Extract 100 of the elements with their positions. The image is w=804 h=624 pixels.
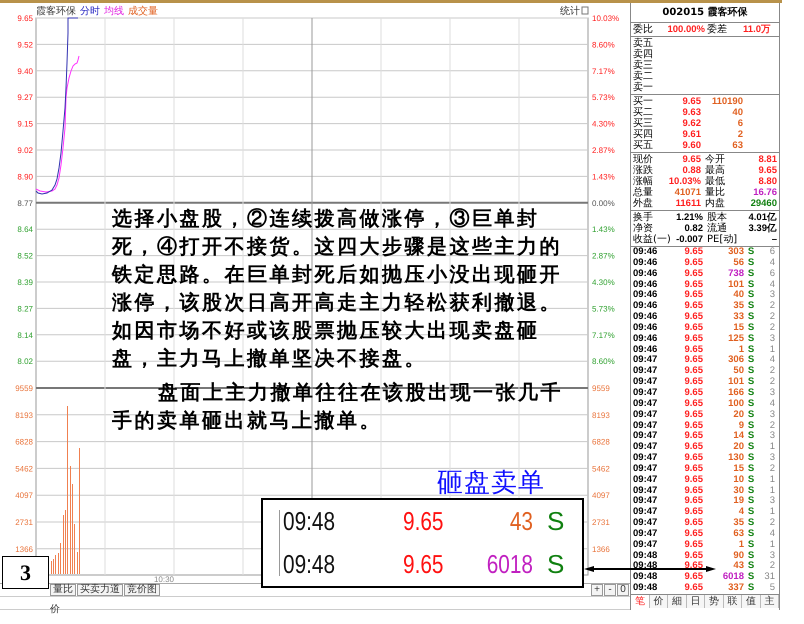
trade-volume: 6018 <box>722 572 744 583</box>
trade-volume: 20 <box>732 410 744 420</box>
quote-label: 委差 <box>707 24 728 35</box>
bid-label: 买五 <box>633 140 654 151</box>
callout-title: 砸盘卖单 <box>437 468 545 498</box>
trade-count: 3 <box>768 453 775 464</box>
trade-side: S <box>746 528 756 540</box>
trade-side: S <box>746 344 756 355</box>
bid-volume: 40 <box>731 107 743 118</box>
trade-count: 1 <box>768 507 775 518</box>
quote-label: PE[动] <box>706 234 735 245</box>
trade-side: S <box>746 268 756 280</box>
trade-side: S <box>746 355 756 366</box>
chart-tab[interactable]: 买卖力道 <box>77 584 123 596</box>
trade-volume: 43 <box>508 506 533 537</box>
price-axis-label: 8.02 <box>17 357 33 366</box>
trade-volume: 166 <box>727 388 744 399</box>
trade-price: 9.65 <box>684 572 703 583</box>
stats-button[interactable]: 统计 <box>560 6 580 17</box>
trade-volume: 130 <box>727 453 744 464</box>
trade-time: 09:48 <box>633 561 658 572</box>
trade-price: 9.65 <box>684 431 703 442</box>
trade-side: S <box>547 549 564 580</box>
quote-tab[interactable]: 細 <box>668 595 686 608</box>
trade-side: S <box>746 301 756 312</box>
trade-price: 9.65 <box>684 420 703 431</box>
zoom-button[interactable]: + <box>591 584 603 596</box>
percent-axis-label: 5.73% <box>592 93 615 102</box>
chart-legend-item[interactable]: 分时 <box>80 6 100 17</box>
trade-volume: 10 <box>732 474 744 486</box>
trade-volume: 35 <box>732 518 744 529</box>
trade-volume: 337 <box>727 583 744 594</box>
quote-value: 0.82 <box>684 223 703 234</box>
bid-label: 买三 <box>633 118 654 129</box>
chart-tab[interactable]: 量比 <box>50 584 76 596</box>
trade-price: 9.65 <box>684 301 703 312</box>
chart-tab[interactable]: 竞价图 <box>124 584 160 596</box>
trade-volume: 35 <box>732 301 744 312</box>
quote-label: 总量 <box>633 187 654 198</box>
quote-value: 3.39亿 <box>748 223 777 234</box>
trade-side: S <box>746 322 756 334</box>
bid-volume: 63 <box>731 140 743 151</box>
quote-tab[interactable]: 日 <box>686 595 705 608</box>
trade-price: 9.65 <box>684 377 703 388</box>
trade-price: 9.65 <box>684 398 703 410</box>
trade-count: 3 <box>768 410 775 420</box>
volume-axis-label: 9559 <box>592 384 610 393</box>
chart-legend-item[interactable]: 均线 <box>104 6 124 17</box>
panel-icon[interactable] <box>582 6 588 14</box>
trade-price: 9.65 <box>403 506 444 537</box>
trade-count: 3 <box>768 496 775 508</box>
bid-volume: 110190 <box>710 96 743 107</box>
bid-label: 买四 <box>633 129 654 140</box>
price-axis-label: 9.40 <box>17 66 33 76</box>
trade-volume: 50 <box>732 366 744 377</box>
trade-time: 09:46 <box>633 344 658 355</box>
trade-count: 2 <box>768 518 775 529</box>
percent-axis-label: 2.87% <box>592 146 615 155</box>
quote-tab[interactable]: 主 <box>760 595 779 608</box>
zoom-button[interactable]: - <box>604 584 616 596</box>
stock-title: 002015 霞客环保 <box>631 3 779 23</box>
trade-time: 09:46 <box>633 322 658 334</box>
quote-tab[interactable]: 势 <box>705 595 724 608</box>
trade-side: S <box>746 442 756 453</box>
ask-label: 卖一 <box>633 82 653 93</box>
trade-time: 09:47 <box>633 366 658 377</box>
trade-side: S <box>746 247 756 258</box>
trade-side: S <box>746 583 756 594</box>
trade-count: 3 <box>768 388 775 399</box>
trade-price: 9.65 <box>684 388 703 399</box>
trade-time: 09:47 <box>633 528 658 540</box>
chart-legend-item[interactable]: 成交量 <box>128 6 158 17</box>
trade-time: 09:47 <box>633 474 658 486</box>
volume-axis-label: 2731 <box>592 518 610 527</box>
quote-tab[interactable]: 值 <box>742 595 760 608</box>
zoom-button[interactable]: 0 <box>617 584 629 596</box>
ask-label: 卖三 <box>633 60 653 71</box>
trade-count: 5 <box>768 583 775 594</box>
ask-label: 卖四 <box>633 49 653 60</box>
trade-price: 9.65 <box>684 507 703 518</box>
quote-tab[interactable]: 价 <box>650 595 668 608</box>
volume-axis-label: 1366 <box>592 544 610 554</box>
trade-price: 9.65 <box>684 344 703 355</box>
trade-time: 09:47 <box>633 420 658 431</box>
quote-value: 9.65 <box>758 165 777 176</box>
trade-side: S <box>746 388 756 399</box>
trade-time: 09:46 <box>633 301 658 312</box>
quote-tab[interactable]: 联 <box>724 595 742 608</box>
trade-time: 09:47 <box>633 410 658 420</box>
quote-value: -0.007 <box>675 234 703 245</box>
trade-price: 9.65 <box>684 355 703 366</box>
trade-volume: 1 <box>738 540 744 551</box>
trade-volume: 6018 <box>486 549 533 580</box>
trade-volume: 63 <box>732 528 744 540</box>
volume-axis-label: 4097 <box>592 491 610 500</box>
trade-time: 09:48 <box>633 550 658 561</box>
trade-count: 4 <box>768 398 775 410</box>
trade-time: 09:46 <box>633 258 658 269</box>
trade-volume: 15 <box>732 322 744 334</box>
bid-price: 9.63 <box>682 107 701 118</box>
